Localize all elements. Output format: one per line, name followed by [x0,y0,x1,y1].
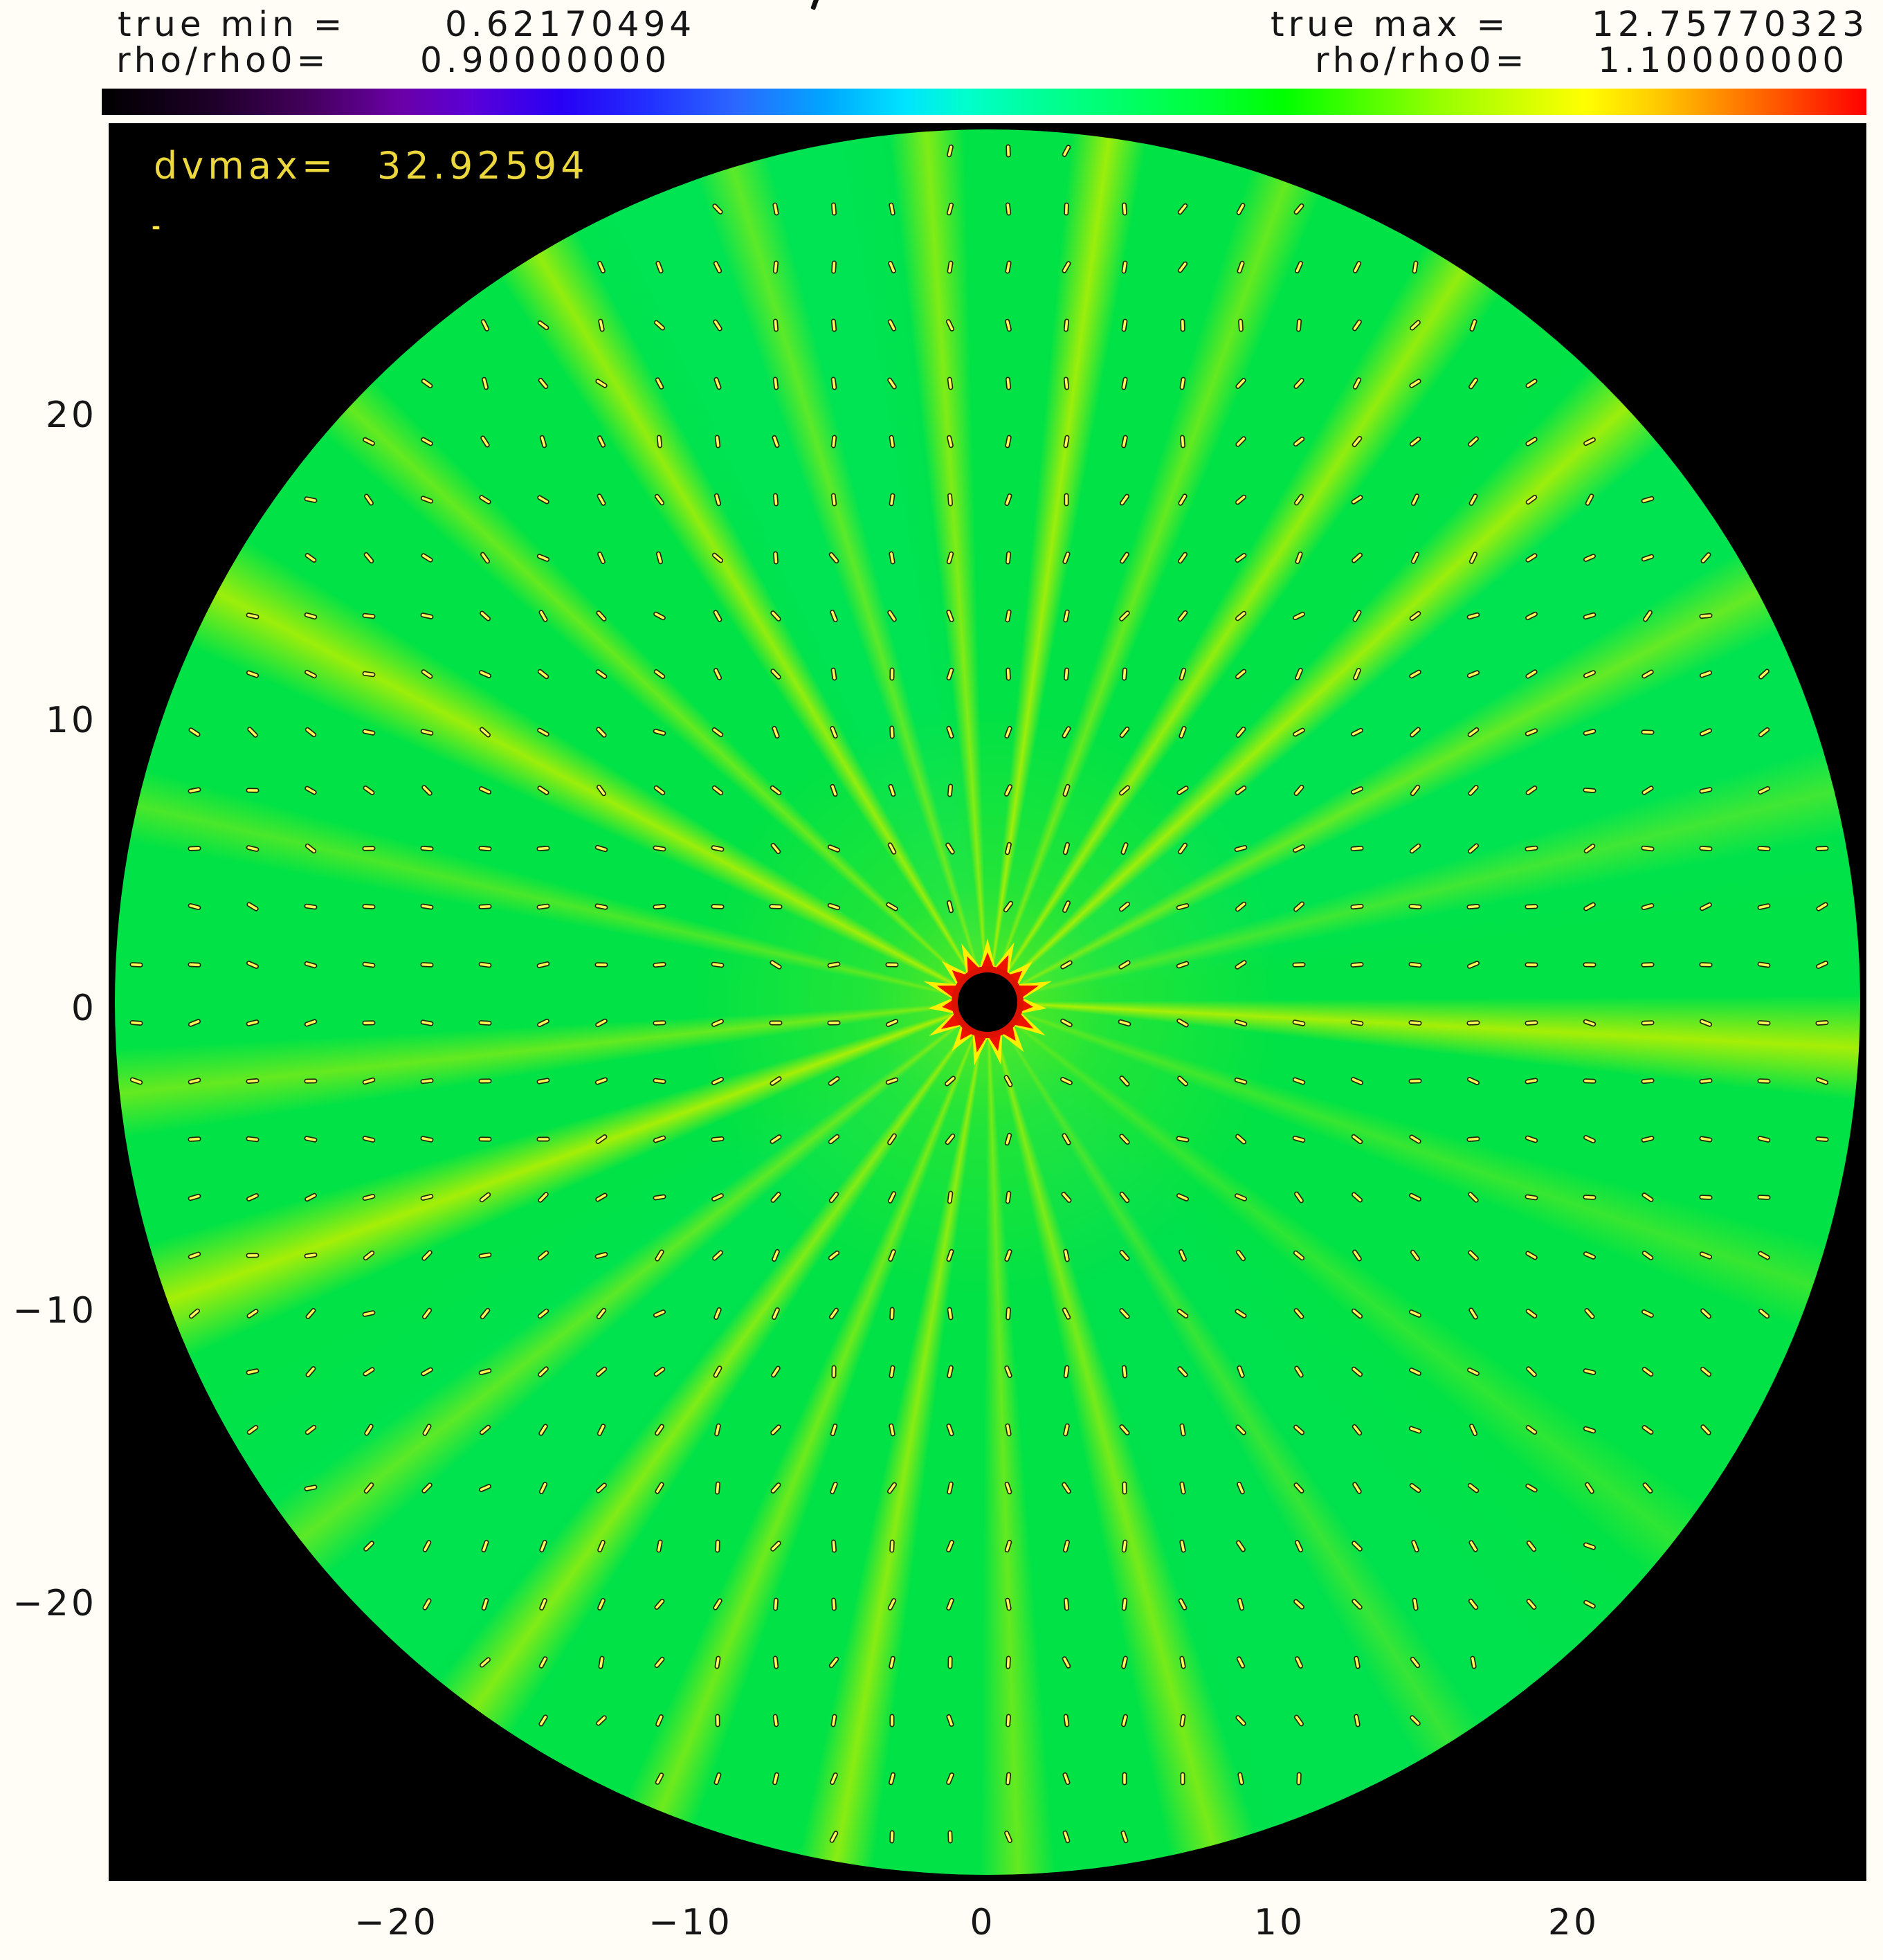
x-tick-label: 20 [1548,1902,1599,1943]
y-tick-label: −10 [0,1290,97,1332]
x-tick-label: −20 [354,1902,439,1943]
true-min-label: true min = [118,6,347,44]
true-min-value: 0.62170494 [445,6,695,44]
true-max-value: 12.75770323 [1592,6,1868,44]
dvmax-value: 32.92594 [377,145,589,186]
rho-min-value: 0.90000000 [420,42,671,80]
x-tick-label: 10 [1254,1902,1305,1943]
rho-min-label: rho/rho0= [116,42,329,80]
y-tick-label: 0 [0,988,97,1029]
x-tick-label: 0 [970,1902,995,1943]
clipped-title-glyph [810,0,819,10]
true-max-label: true max = [1271,6,1509,44]
rho-max-value: 1.10000000 [1598,42,1848,80]
y-tick-label: 10 [0,700,97,741]
central-black-hole [958,972,1017,1032]
vector-scale-arrow [152,226,160,230]
colorbar [102,89,1866,115]
x-tick-label: −10 [648,1902,733,1943]
rho-max-label: rho/rho0= [1315,42,1528,80]
dvmax-label: dvmax= [154,145,337,186]
plot-area: dvmax= 32.92594 [109,123,1866,1881]
y-tick-label: −20 [0,1583,97,1624]
central-hole-ring [904,919,1071,1085]
y-tick-label: 20 [0,394,97,436]
